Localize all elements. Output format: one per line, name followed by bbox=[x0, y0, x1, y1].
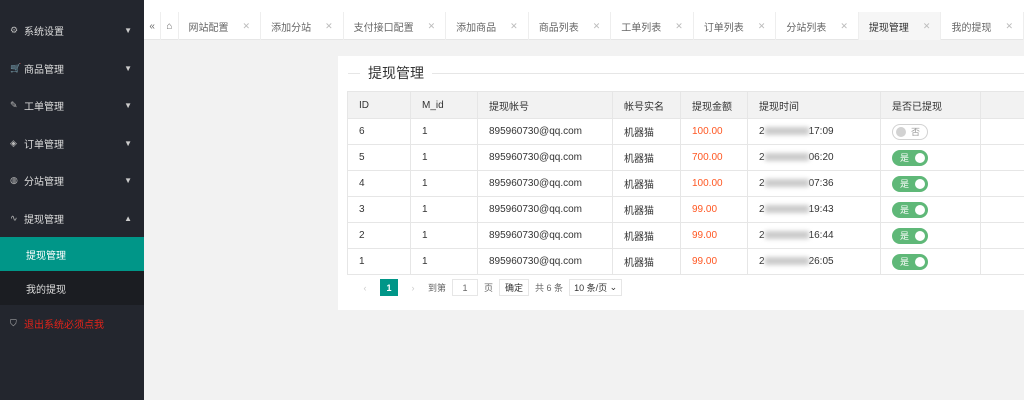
column-header: 是否已提现 bbox=[880, 91, 981, 119]
close-icon[interactable]: ✕ bbox=[1005, 21, 1013, 32]
prev-page-button[interactable]: ‹ bbox=[356, 279, 374, 296]
cart-icon: 🛒 bbox=[10, 62, 22, 73]
withdrawn-toggle[interactable]: 是 bbox=[892, 253, 928, 270]
layers-icon: ◈ bbox=[10, 137, 17, 148]
withdrawn-toggle[interactable]: 是 bbox=[892, 227, 928, 244]
sidebar-item-1[interactable]: 🛒 商品管理 ▼ bbox=[0, 50, 144, 88]
withdraw-time: 2 06:20 bbox=[747, 144, 881, 171]
tab-2[interactable]: 支付接口配置 ✕ bbox=[344, 12, 447, 40]
sidebar-item-2[interactable]: ✎ 工单管理 ▼ bbox=[0, 87, 144, 125]
close-icon[interactable]: ✕ bbox=[593, 21, 601, 32]
column-header: ID bbox=[347, 91, 411, 119]
tab-1[interactable]: 添加分站 ✕ bbox=[261, 12, 344, 40]
caret-down-icon: ▼ bbox=[124, 138, 132, 148]
next-page-button[interactable]: › bbox=[404, 279, 422, 296]
pagination: ‹ 1 › 到第 1 页 确定 共 6 条 10 条/页 ⌄ bbox=[356, 279, 623, 296]
sidebar-subitem-1[interactable]: 我的提现 bbox=[0, 271, 144, 305]
column-header: 提现帐号 bbox=[477, 91, 613, 119]
withdrawn-toggle[interactable]: 是 bbox=[892, 201, 928, 218]
close-icon[interactable]: ✕ bbox=[675, 21, 683, 32]
withdraw-time: 2 07:36 bbox=[747, 170, 881, 197]
tab-7[interactable]: 分站列表 ✕ bbox=[776, 12, 859, 40]
close-icon[interactable]: ✕ bbox=[325, 21, 333, 32]
sidebar-item-4[interactable]: ◍ 分站管理 ▼ bbox=[0, 162, 144, 200]
table-row: 1 1 895960730@qq.com 机器猫 99.00 2 26:05 是 bbox=[347, 248, 1024, 275]
globe-icon: ◍ bbox=[10, 175, 18, 186]
tab-5[interactable]: 工单列表 ✕ bbox=[611, 12, 694, 40]
page-title: 提现管理 bbox=[348, 63, 1024, 83]
withdraw-time: 2 16:44 bbox=[747, 222, 881, 249]
caret-down-icon: ▼ bbox=[124, 101, 132, 111]
goto-label: 到第 bbox=[428, 283, 447, 293]
table-row: 4 1 895960730@qq.com 机器猫 100.00 2 07:36 是 bbox=[347, 170, 1024, 197]
page-label: 页 bbox=[484, 283, 494, 293]
sidebar-item-3[interactable]: ◈ 订单管理 ▼ bbox=[0, 125, 144, 163]
caret-up-icon: ▲ bbox=[124, 213, 132, 223]
close-icon[interactable]: ✕ bbox=[758, 21, 766, 32]
redacted-blur bbox=[764, 153, 809, 162]
redacted-blur bbox=[764, 205, 809, 214]
per-page-select[interactable]: 10 条/页 ⌄ bbox=[569, 279, 623, 296]
withdraw-panel: 提现管理 ID M_id 提现帐号 帐号实名 提现金额 提现时间 是否已提现 6 1 895… bbox=[338, 56, 1024, 310]
redacted-blur bbox=[764, 127, 809, 136]
sidebar-item-5[interactable]: ∿ 提现管理 ▲ bbox=[0, 200, 144, 238]
column-header: 提现时间 bbox=[747, 91, 881, 119]
column-header: M_id bbox=[410, 91, 478, 119]
withdrawn-toggle[interactable]: 是 bbox=[892, 149, 928, 166]
close-icon[interactable]: ✕ bbox=[243, 21, 251, 32]
redacted-blur bbox=[764, 179, 809, 188]
withdraw-time: 2 19:43 bbox=[747, 196, 881, 223]
tab-bar: « ⌂ 网站配置 ✕ 添加分站 ✕ 支付接口配置 ✕ 添加商品 ✕ 商品列表 ✕ 工单列表 ✕ 订单列表… bbox=[144, 12, 1024, 40]
close-icon[interactable]: ✕ bbox=[923, 21, 931, 32]
column-header: 帐号实名 bbox=[612, 91, 681, 119]
caret-down-icon: ▼ bbox=[124, 26, 132, 36]
close-icon[interactable]: ✕ bbox=[428, 21, 436, 32]
withdraw-time: 2 17:09 bbox=[747, 118, 881, 145]
sidebar: ⚙ 系统设置 ▼ 🛒 商品管理 ▼ ✎ 工单管理 ▼ ◈ 订单管理 ▼ ◍ 分站管理 ▼ ∿ 提现管理 ▲ 提现管理… bbox=[0, 0, 144, 400]
withdraw-time: 2 26:05 bbox=[747, 248, 881, 275]
table-row: 6 1 895960730@qq.com 机器猫 100.00 2 17:09 否 bbox=[347, 118, 1024, 145]
pulse-icon: ∿ bbox=[10, 212, 18, 223]
redacted-blur bbox=[764, 231, 809, 240]
table-row: 3 1 895960730@qq.com 机器猫 99.00 2 19:43 是 bbox=[347, 196, 1024, 223]
table-row: 5 1 895960730@qq.com 机器猫 700.00 2 06:20 是 bbox=[347, 144, 1024, 171]
tab-3[interactable]: 添加商品 ✕ bbox=[446, 12, 529, 40]
shield-icon: ⛉ bbox=[10, 318, 17, 329]
caret-down-icon: ▼ bbox=[124, 63, 132, 73]
table-row: 2 1 895960730@qq.com 机器猫 99.00 2 16:44 是 bbox=[347, 222, 1024, 249]
tab-0[interactable]: 网站配置 ✕ bbox=[179, 12, 262, 40]
tab-6[interactable]: 订单列表 ✕ bbox=[694, 12, 777, 40]
logout-link[interactable]: ⛉ 退出系统必须点我 bbox=[0, 305, 144, 343]
top-bar bbox=[144, 0, 1024, 12]
close-icon[interactable]: ✕ bbox=[840, 21, 848, 32]
gear-icon: ⚙ bbox=[10, 25, 19, 36]
redacted-blur bbox=[764, 257, 809, 266]
tab-9[interactable]: 我的提现 ✕ bbox=[941, 12, 1024, 40]
edit-icon: ✎ bbox=[10, 100, 18, 111]
confirm-button[interactable]: 确定 bbox=[499, 279, 530, 296]
collapse-tabs-icon[interactable]: « bbox=[144, 12, 162, 40]
withdrawn-toggle[interactable]: 是 bbox=[892, 175, 928, 192]
close-icon[interactable]: ✕ bbox=[510, 21, 518, 32]
tab-4[interactable]: 商品列表 ✕ bbox=[529, 12, 612, 40]
sidebar-item-0[interactable]: ⚙ 系统设置 ▼ bbox=[0, 12, 144, 50]
home-icon[interactable]: ⌂ bbox=[161, 12, 179, 40]
caret-down-icon: ▼ bbox=[124, 176, 132, 186]
page-input[interactable]: 1 bbox=[452, 279, 479, 296]
withdraw-table: ID M_id 提现帐号 帐号实名 提现金额 提现时间 是否已提现 6 1 89596073… bbox=[347, 91, 1024, 275]
page-1-button[interactable]: 1 bbox=[380, 279, 398, 296]
total-count: 共 6 条 bbox=[535, 283, 564, 293]
tab-8[interactable]: 提现管理 ✕ bbox=[858, 12, 942, 40]
sidebar-subitem-0[interactable]: 提现管理 bbox=[0, 237, 144, 271]
withdrawn-toggle[interactable]: 否 bbox=[892, 123, 928, 140]
column-header: 提现金额 bbox=[680, 91, 748, 119]
